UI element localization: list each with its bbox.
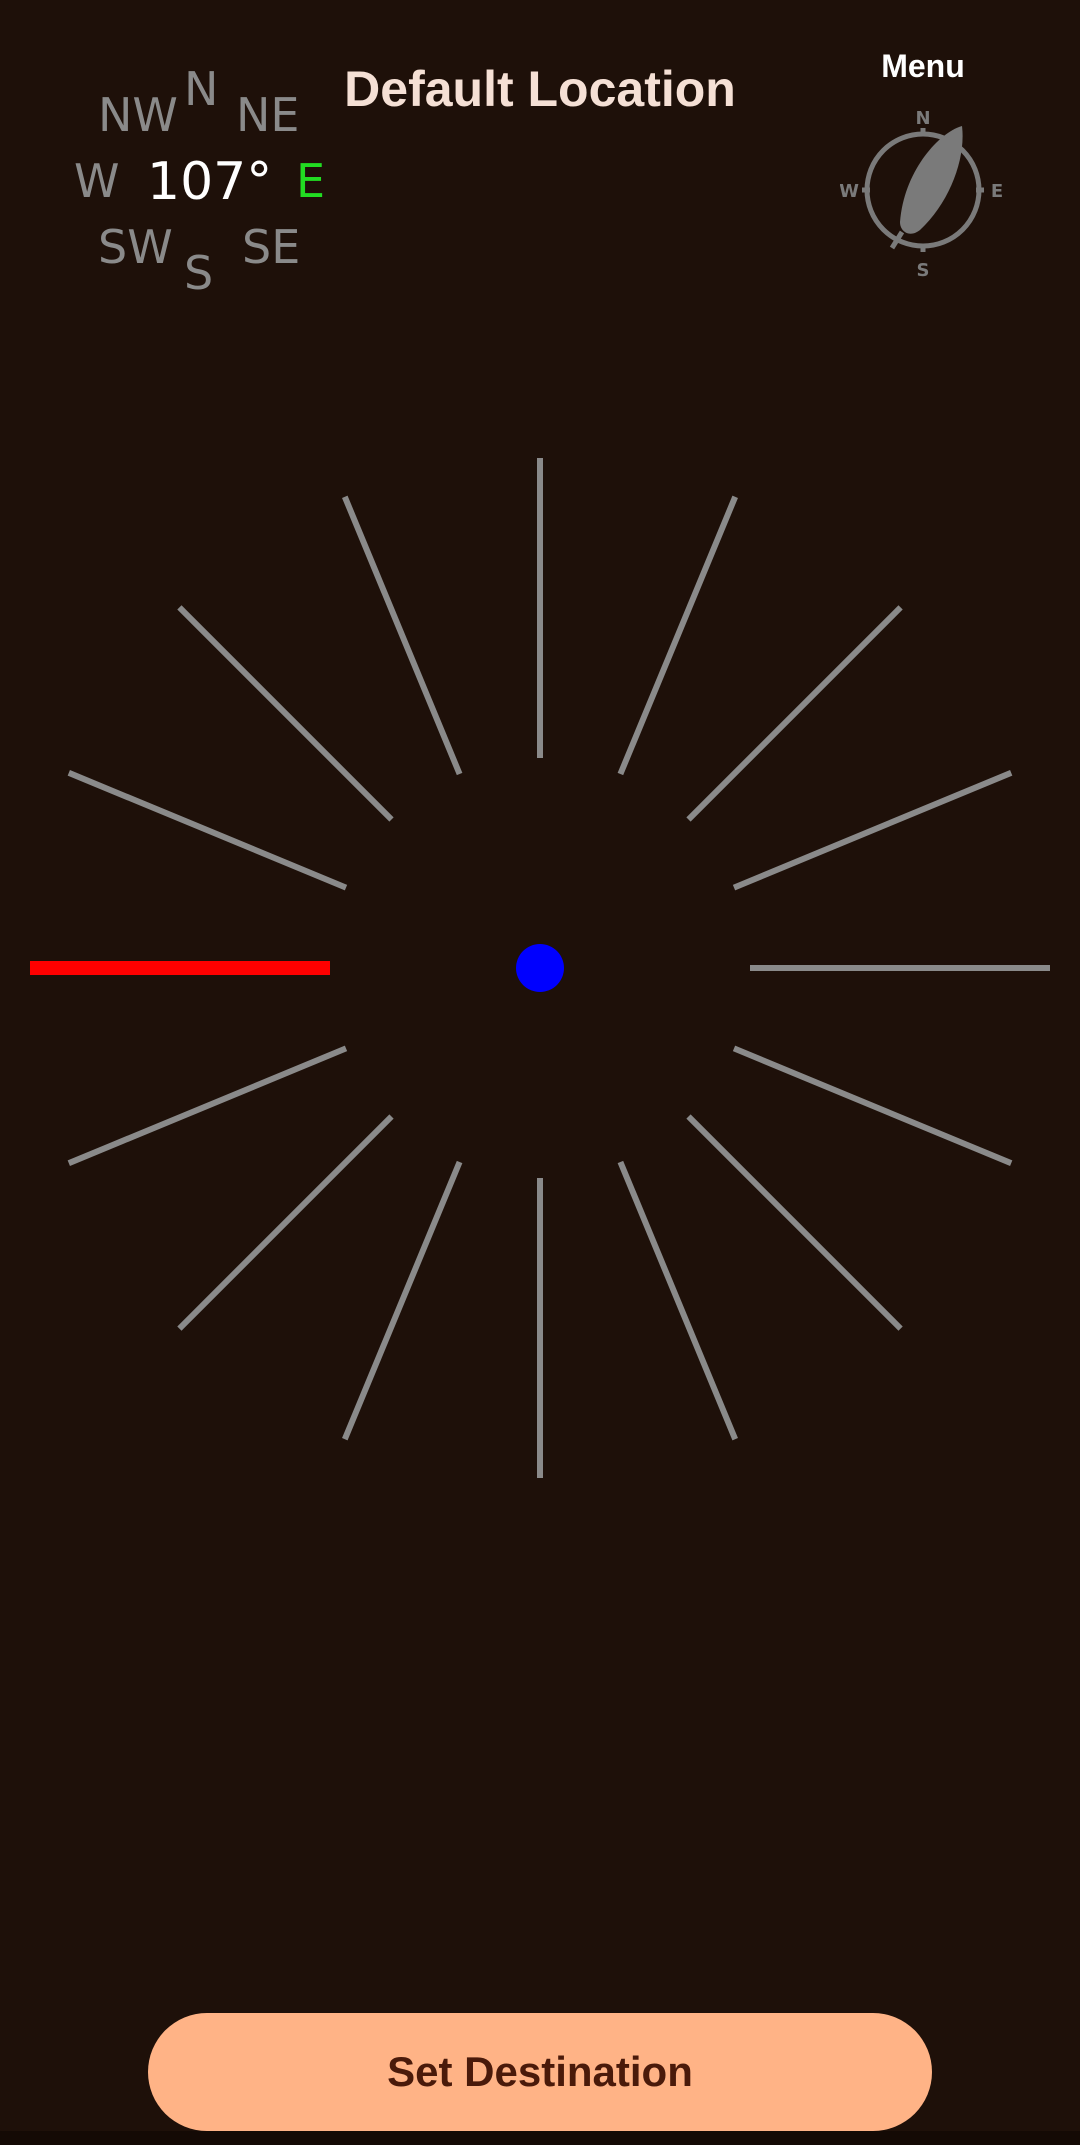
compass-ray-wsw — [67, 1045, 348, 1166]
compass-ray-se — [686, 1114, 903, 1331]
compass-ray-sse — [617, 1160, 738, 1441]
compass-ray-ese — [732, 1045, 1013, 1166]
compass-ray-nw — [177, 605, 394, 822]
navigation-bar — [0, 2131, 1080, 2145]
center-dot — [516, 944, 564, 992]
compass-ray-wnw — [67, 770, 348, 891]
compass-ray-ne — [686, 605, 903, 822]
compass-ray-ene — [732, 770, 1013, 891]
set-destination-button[interactable]: Set Destination — [148, 2013, 932, 2131]
compass-ray-nnw — [342, 495, 463, 776]
compass-dial — [30, 458, 1050, 1478]
compass-ray-sw — [177, 1114, 394, 1331]
compass-ray-nne — [617, 495, 738, 776]
compass-ray-ssw — [342, 1160, 463, 1441]
